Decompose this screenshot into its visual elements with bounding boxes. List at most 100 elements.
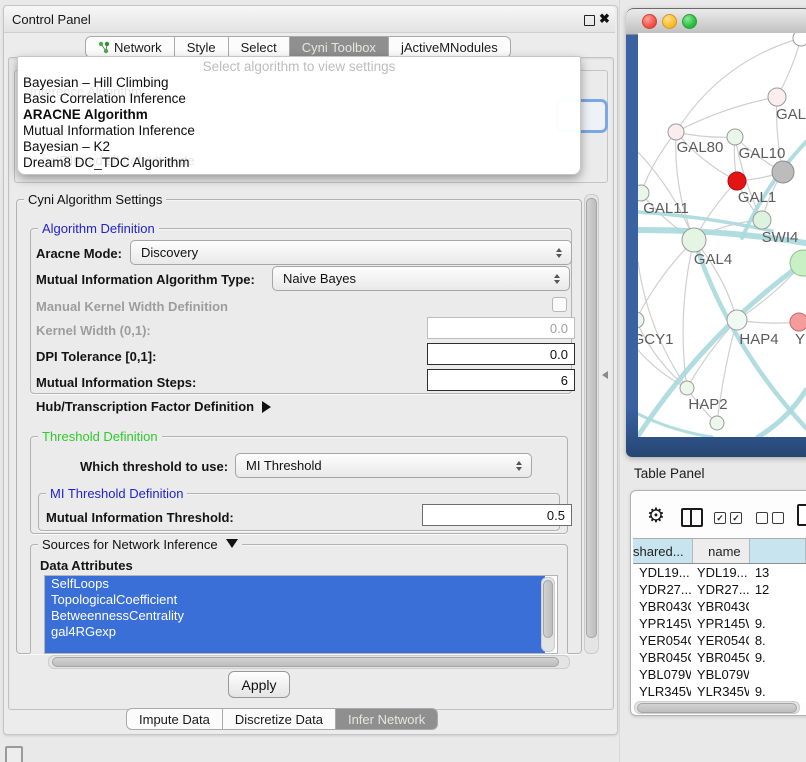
network-node-gray[interactable] — [772, 161, 794, 183]
table-row[interactable]: YPR145WYPR145W9. — [633, 615, 806, 632]
network-node-gcy1[interactable] — [638, 312, 644, 328]
mi-steps-field[interactable]: 6 — [427, 369, 575, 391]
table-cell[interactable]: YDR27... — [691, 581, 749, 598]
table-row[interactable]: YLR345WYLR345W9. — [633, 683, 806, 700]
mac-close-icon[interactable] — [642, 14, 657, 29]
scrollbar-thumb[interactable] — [52, 657, 559, 667]
network-node-hap4[interactable] — [727, 310, 747, 330]
collapsed-panel-icon[interactable] — [5, 746, 23, 762]
network-node-gal[interactable] — [768, 88, 786, 106]
table-row[interactable]: YBR043CYBR043C — [633, 598, 806, 615]
tab-network[interactable]: Network — [85, 36, 175, 58]
table-horizontal-scrollbar[interactable] — [634, 701, 800, 714]
table-cell[interactable]: YBR045C — [691, 649, 749, 666]
table-cell[interactable]: YDL19... — [633, 564, 691, 581]
table-cell[interactable]: YBR043C — [691, 598, 749, 615]
table-cell[interactable]: YER054C — [691, 632, 749, 649]
network-canvas[interactable]: GALGAL80GAL10GAL1GAL11SWI4GAL4GCY1HAP4YH… — [638, 33, 806, 437]
table-header-shared[interactable]: shared... — [633, 539, 693, 563]
table-cell[interactable]: YER054C — [633, 632, 691, 649]
aracne-mode-combobox[interactable]: Discovery — [130, 240, 572, 265]
close-icon[interactable]: ✖ — [599, 11, 610, 27]
network-node-y[interactable] — [790, 313, 806, 331]
select-all-checkboxes-icon[interactable]: ✓✓ — [714, 512, 742, 524]
table-cell[interactable] — [749, 598, 806, 615]
tab-select[interactable]: Select — [229, 36, 290, 58]
table-row[interactable]: YBR045CYBR045C9. — [633, 649, 806, 666]
mac-zoom-icon[interactable] — [682, 14, 697, 29]
table-cell[interactable]: YDR27... — [633, 581, 691, 598]
table-row[interactable]: YDL19...YDL19...13 — [633, 564, 806, 581]
network-node-swi4[interactable] — [753, 211, 771, 229]
table-cell[interactable]: 9. — [749, 649, 806, 666]
table-cell[interactable]: YLR345W — [633, 683, 691, 700]
attribute-item-topologicalcoefficient[interactable]: TopologicalCoefficient — [45, 592, 545, 608]
network-node-hap2[interactable] — [680, 381, 694, 395]
network-node-gal4[interactable] — [682, 228, 706, 252]
algorithm-option-bayesian-hill-climbing[interactable]: Bayesian – Hill Climbing — [18, 75, 580, 91]
table-cell[interactable]: 8. — [749, 632, 806, 649]
dpi-tolerance-field[interactable]: 0.0 — [427, 343, 575, 365]
tab-infer-network[interactable]: Infer Network — [336, 708, 438, 730]
splitter-handle-icon[interactable] — [602, 371, 608, 379]
attribute-item-gal4rgexp[interactable]: gal4RGexp — [45, 624, 545, 640]
table-cell[interactable]: YBR045C — [633, 649, 691, 666]
table-cell[interactable]: YPR145W — [633, 615, 691, 632]
tab-style[interactable]: Style — [175, 36, 229, 58]
algorithm-option-mutual-information-inference[interactable]: Mutual Information Inference — [18, 123, 580, 139]
network-node-gal11[interactable] — [638, 185, 649, 201]
attribute-list-scrollbar[interactable] — [541, 577, 555, 652]
tab-jactivemnodules[interactable]: jActiveMNodules — [389, 36, 511, 58]
table-row[interactable]: YBL079WYBL079W — [633, 666, 806, 683]
attribute-item-partial[interactable] — [45, 640, 545, 654]
which-threshold-combobox[interactable]: MI Threshold — [235, 453, 532, 478]
table-cell[interactable]: 9. — [749, 615, 806, 632]
table-cell[interactable]: YBL079W — [633, 666, 691, 683]
network-graph[interactable]: GALGAL80GAL10GAL1GAL11SWI4GAL4GCY1HAP4YH… — [638, 33, 806, 437]
network-node-gal80[interactable] — [668, 124, 684, 140]
new-column-document-icon[interactable] — [797, 504, 806, 526]
mac-minimize-icon[interactable] — [662, 14, 677, 29]
network-node-gal10[interactable] — [727, 129, 743, 145]
algorithm-option-bayesian-k2[interactable]: Bayesian – K2 — [18, 139, 580, 155]
attribute-item-selfloops[interactable]: SelfLoops — [45, 576, 545, 592]
data-attributes-list[interactable]: SelfLoopsTopologicalCoefficientBetweenne… — [44, 575, 558, 654]
table-row[interactable]: YER054CYER054C8. — [633, 632, 806, 649]
table-header-name[interactable]: name — [693, 539, 750, 563]
table-cell[interactable]: YBR043C — [633, 598, 691, 615]
table-row[interactable]: YDR27...YDR27...12 — [633, 581, 806, 598]
scrollbar-thumb[interactable] — [586, 198, 597, 638]
table-cell[interactable]: YPR145W — [691, 615, 749, 632]
tab-cyni-toolbox[interactable]: Cyni Toolbox — [290, 36, 389, 58]
settings-horizontal-scrollbar[interactable] — [48, 655, 570, 669]
network-node-gal1[interactable] — [728, 172, 746, 190]
network-node-nb[interactable] — [710, 416, 724, 430]
kernel-width-field[interactable]: 0.0 — [427, 317, 575, 339]
hub-transcription-expander[interactable]: Hub/Transcription Factor Definition — [36, 399, 271, 414]
table-cell[interactable]: 13 — [749, 564, 806, 581]
scrollbar-thumb[interactable] — [543, 580, 553, 638]
table-cell[interactable] — [749, 666, 806, 683]
algorithm-option-dream8-dc-tdc-algorithm[interactable]: Dream8 DC_TDC Algorithm — [18, 155, 580, 171]
float-window-icon[interactable] — [584, 15, 595, 26]
table-header-col2[interactable] — [750, 539, 806, 563]
settings-vertical-scrollbar[interactable] — [584, 194, 599, 654]
settings-gear-icon[interactable]: ⚙ — [647, 506, 665, 526]
algorithm-option-aracne-algorithm[interactable]: ARACNE Algorithm — [18, 107, 580, 123]
sources-title-expander[interactable]: Sources for Network Inference — [38, 537, 242, 552]
table-cell[interactable]: YDL19... — [691, 564, 749, 581]
algorithm-option-basic-correlation-inference[interactable]: Basic Correlation Inference — [18, 91, 580, 107]
table-cell[interactable]: 9. — [749, 683, 806, 700]
network-node-n1[interactable] — [793, 33, 806, 46]
mi-threshold-field[interactable]: 0.5 — [422, 504, 572, 526]
table-cell[interactable]: YLR345W — [691, 683, 749, 700]
table-cell[interactable]: 12 — [749, 581, 806, 598]
split-columns-icon[interactable] — [681, 508, 703, 527]
tab-impute-data[interactable]: Impute Data — [126, 708, 223, 730]
table-cell[interactable]: YBL079W — [691, 666, 749, 683]
deselect-all-checkboxes-icon[interactable] — [756, 512, 784, 524]
tab-discretize-data[interactable]: Discretize Data — [223, 708, 336, 730]
mi-algorithm-type-combobox[interactable]: Naive Bayes — [272, 266, 570, 291]
scrollbar-thumb[interactable] — [637, 703, 797, 713]
apply-button[interactable]: Apply — [228, 671, 290, 698]
